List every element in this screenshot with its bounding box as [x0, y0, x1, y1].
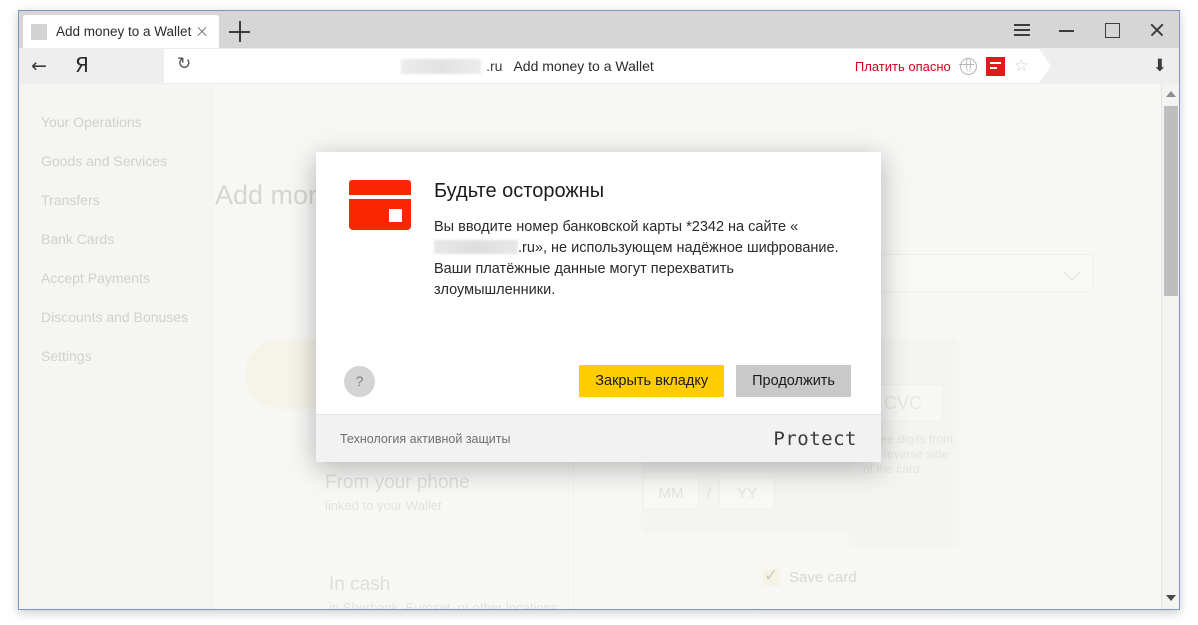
maximize-icon[interactable] [1089, 11, 1134, 48]
dialog-footer: Технология активной защиты Protect [316, 414, 881, 462]
bookmark-star-icon[interactable]: ☆ [1014, 57, 1029, 75]
minimize-icon[interactable] [1044, 11, 1089, 48]
sidebar-item-goods-and-services[interactable]: Goods and Services [19, 153, 191, 170]
continue-button[interactable]: Продолжить [736, 365, 851, 397]
expiry-month-input[interactable]: MM [643, 477, 699, 509]
dialog-footer-text: Технология активной защиты [340, 431, 511, 446]
page-sidebar: Your Operations Goods and Services Trans… [19, 84, 213, 609]
expiry-year-input[interactable]: YY [719, 477, 776, 509]
domain-tld: .ru [486, 58, 503, 74]
yandex-logo-icon[interactable]: Я [61, 48, 103, 84]
sidebar-item-your-operations[interactable]: Your Operations [19, 114, 191, 131]
option-subtitle: linked to your Wallet [325, 498, 442, 513]
scrollbar-thumb[interactable] [1164, 106, 1178, 296]
expiry-group: MM / YY [643, 477, 776, 509]
blurred-domain-in-dialog [434, 240, 518, 254]
protect-shield-badge-icon[interactable] [985, 56, 1005, 76]
card-icon-chip [389, 209, 402, 222]
sidebar-item-accept-payments[interactable]: Accept Payments [19, 270, 191, 287]
sidebar-item-settings[interactable]: Settings [19, 348, 191, 365]
window-controls [999, 11, 1179, 48]
browser-window: Add money to a Wallet Я .ru Add money to… [18, 10, 1180, 610]
save-card-checkbox[interactable] [763, 566, 780, 586]
omnibox-indicators: Платить опасно ☆ [854, 56, 1039, 76]
close-tab-button[interactable]: Закрыть вкладку [579, 365, 725, 397]
tab-close-icon[interactable] [193, 23, 211, 41]
payment-danger-label: Платить опасно [854, 58, 951, 74]
blurred-domain [401, 58, 482, 74]
reload-icon[interactable] [170, 49, 200, 83]
tab-title: Add money to a Wallet [56, 24, 192, 39]
screenshot-root: Add money to a Wallet Я .ru Add money to… [0, 0, 1198, 625]
protect-brand-logo: Protect [773, 427, 857, 450]
option-from-your-phone[interactable]: From your phone linked to your Wallet [325, 472, 470, 514]
option-title: In cash [329, 574, 391, 595]
dialog-actions: ? Закрыть вкладку Продолжить [316, 350, 881, 412]
dialog-message-part1: Вы вводите номер банковской карты *2342 … [434, 219, 799, 235]
option-in-cash[interactable]: In cash in Sberbank, Euroset, or other l… [329, 574, 557, 609]
hamburger-menu-icon[interactable] [999, 11, 1044, 48]
card-icon-band [349, 180, 411, 195]
globe-icon[interactable] [959, 57, 977, 75]
chevron-down-icon [1063, 263, 1081, 281]
downloads-icon[interactable]: ⬇ [1153, 56, 1167, 76]
help-button[interactable]: ? [344, 365, 375, 397]
save-card-label: Save card [789, 569, 857, 586]
amount-input[interactable]: Amount ₽ [759, 606, 959, 609]
close-window-icon[interactable] [1134, 11, 1179, 48]
protect-warning-dialog: Будьте осторожны Вы вводите номер банков… [316, 152, 881, 462]
browser-toolbar: Я .ru Add money to a Wallet Платить опас… [19, 48, 1179, 84]
back-icon[interactable] [19, 48, 61, 84]
tab-favicon-icon [31, 23, 47, 40]
browser-tab[interactable]: Add money to a Wallet [23, 15, 219, 48]
dialog-body: Будьте осторожны Вы вводите номер банков… [316, 152, 881, 412]
option-subtitle: in Sberbank, Euroset, or other locations [329, 600, 558, 609]
address-bar-content: .ru Add money to a Wallet [200, 58, 855, 74]
scroll-up-icon[interactable] [1162, 86, 1179, 103]
address-bar[interactable]: .ru Add money to a Wallet Платить опасно… [164, 49, 1039, 83]
sidebar-item-transfers[interactable]: Transfers [19, 192, 191, 209]
credit-card-icon [344, 180, 414, 230]
new-tab-button[interactable] [229, 21, 251, 43]
dialog-message: Вы вводите номер банковской карты *2342 … [434, 217, 851, 301]
card-icon-body [349, 199, 411, 230]
dialog-heading: Будьте осторожны [434, 180, 605, 202]
toolbar-right: ⬇ [1039, 48, 1179, 84]
option-title: From your phone [325, 472, 470, 493]
page-viewport: Your Operations Goods and Services Trans… [19, 84, 1179, 609]
sidebar-item-discounts-and-bonuses[interactable]: Discounts and Bonuses [19, 309, 191, 326]
scroll-down-icon[interactable] [1162, 590, 1179, 607]
omnibox-page-title: Add money to a Wallet [513, 58, 654, 74]
vertical-scrollbar[interactable] [1161, 84, 1179, 609]
save-card-row[interactable]: Save card [763, 566, 857, 586]
sidebar-item-bank-cards[interactable]: Bank Cards [19, 231, 191, 248]
expiry-separator: / [707, 484, 712, 502]
tab-strip: Add money to a Wallet [19, 11, 1179, 48]
